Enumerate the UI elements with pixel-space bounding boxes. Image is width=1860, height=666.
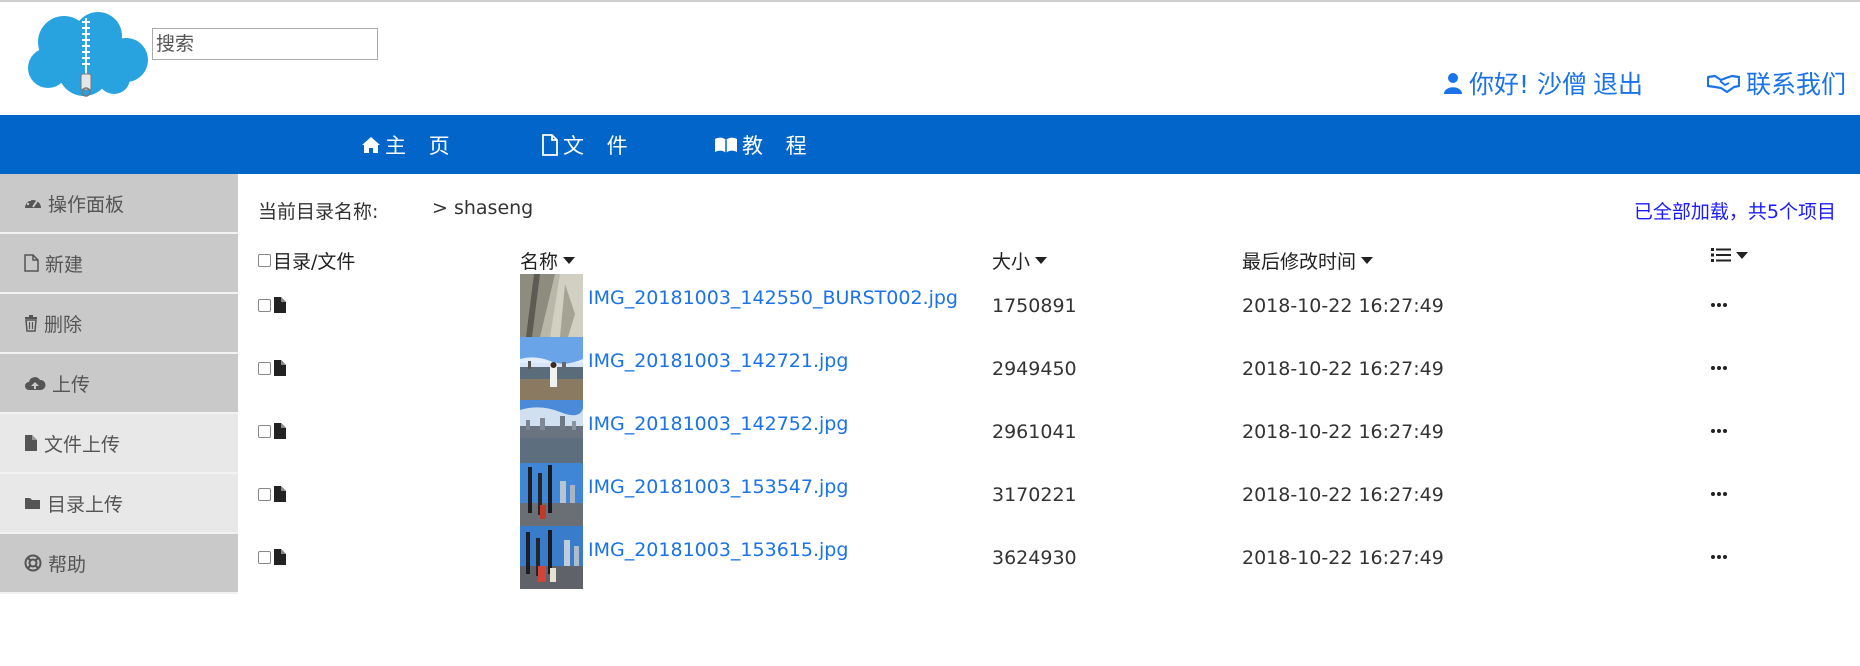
row-checkbox[interactable]: [258, 551, 271, 564]
file-size: 3624930: [992, 547, 1077, 569]
user-area: 你好! 沙僧 退出: [1444, 66, 1643, 100]
file-icon: [274, 486, 286, 502]
file-icon: [274, 360, 286, 376]
column-header-name-label: 名称: [520, 251, 559, 273]
sort-caret-icon: [1035, 257, 1048, 264]
more-options-icon[interactable]: [1709, 296, 1729, 314]
table-row: IMG_20181003_142752.jpg 2961041 2018-10-…: [0, 400, 1860, 463]
chevron-down-icon: [1736, 251, 1748, 259]
column-header-size-label: 大小: [992, 251, 1031, 273]
image-thumbnail: [520, 463, 583, 526]
cloud-zip-logo[interactable]: [28, 12, 150, 98]
view-mode-button[interactable]: [1711, 247, 1748, 263]
file-icon: [274, 549, 286, 565]
column-header-name[interactable]: 名称: [520, 247, 576, 274]
select-all-checkbox[interactable]: [258, 254, 271, 267]
load-status-text: 已全部加载，共5个项目: [1633, 201, 1836, 223]
column-header-mtime-label: 最后修改时间: [1242, 251, 1357, 273]
handshake-icon: [1707, 74, 1740, 94]
sort-caret-icon: [1361, 257, 1374, 264]
image-thumbnail: [520, 337, 583, 400]
more-options-icon[interactable]: [1709, 422, 1729, 440]
file-mtime: 2018-10-22 16:27:49: [1242, 547, 1444, 569]
current-dir-label: 当前目录名称:: [258, 201, 379, 223]
column-header-size[interactable]: 大小: [992, 247, 1048, 274]
column-header-mtime[interactable]: 最后修改时间: [1242, 247, 1374, 274]
file-icon: [274, 297, 286, 313]
file-name-link[interactable]: IMG_20181003_142550_BURST002.jpg: [588, 287, 958, 309]
contact-label: 联系我们: [1746, 70, 1847, 99]
logout-link[interactable]: 退出: [1593, 65, 1643, 101]
contact-link[interactable]: 联系我们: [1707, 66, 1846, 100]
file-icon: [274, 423, 286, 439]
file-mtime: 2018-10-22 16:27:49: [1242, 421, 1444, 443]
top-border: [0, 0, 1860, 2]
file-mtime: 2018-10-22 16:27:49: [1242, 484, 1444, 506]
row-checkbox[interactable]: [258, 425, 271, 438]
breadcrumb[interactable]: > shaseng: [432, 197, 533, 219]
list-icon: [1711, 248, 1731, 262]
sort-caret-icon: [563, 257, 576, 264]
sidebar-item-dashboard[interactable]: 操作面板: [0, 174, 238, 234]
file-size: 1750891: [992, 295, 1077, 317]
image-thumbnail: [520, 400, 583, 463]
image-thumbnail: [520, 526, 583, 589]
file-size: 3170221: [992, 484, 1077, 506]
nav-tutorial[interactable]: 教 程: [714, 115, 815, 174]
sidebar-item-label: 新建: [45, 253, 84, 276]
nav-home-label: 主 页: [385, 133, 458, 158]
table-row: IMG_20181003_142721.jpg 2949450 2018-10-…: [0, 337, 1860, 400]
nav-files-label: 文 件: [563, 133, 636, 158]
column-header-dir-file-label: 目录/文件: [273, 251, 356, 273]
search-input[interactable]: [152, 28, 378, 60]
more-options-icon[interactable]: [1709, 485, 1729, 503]
table-row: IMG_20181003_153615.jpg 3624930 2018-10-…: [0, 526, 1860, 589]
row-checkbox[interactable]: [258, 488, 271, 501]
file-mtime: 2018-10-22 16:27:49: [1242, 295, 1444, 317]
sidebar-item-label: 操作面板: [48, 193, 125, 216]
more-options-icon[interactable]: [1709, 359, 1729, 377]
main-nav-bar: 主 页 文 件 教 程: [0, 115, 1860, 174]
file-size: 2961041: [992, 421, 1077, 443]
file-size: 2949450: [992, 358, 1077, 380]
file-new-icon: [24, 254, 39, 272]
row-checkbox[interactable]: [258, 299, 271, 312]
nav-tutorial-label: 教 程: [742, 133, 815, 158]
table-row: IMG_20181003_142550_BURST002.jpg 1750891…: [0, 274, 1860, 337]
table-row: IMG_20181003_153547.jpg 3170221 2018-10-…: [0, 463, 1860, 526]
nav-files[interactable]: 文 件: [541, 115, 636, 174]
file-name-link[interactable]: IMG_20181003_153547.jpg: [588, 476, 848, 498]
file-mtime: 2018-10-22 16:27:49: [1242, 358, 1444, 380]
user-greeting: 你好! 沙僧: [1469, 70, 1587, 99]
file-name-link[interactable]: IMG_20181003_142721.jpg: [588, 350, 848, 372]
nav-home[interactable]: 主 页: [361, 115, 458, 174]
book-icon: [715, 137, 737, 153]
user-icon: [1444, 73, 1462, 94]
image-thumbnail: [520, 274, 583, 337]
file-outline-icon: [542, 133, 558, 156]
file-name-link[interactable]: IMG_20181003_153615.jpg: [588, 539, 848, 561]
dashboard-icon: [25, 197, 41, 208]
more-options-icon[interactable]: [1709, 548, 1729, 566]
row-checkbox[interactable]: [258, 362, 271, 375]
file-name-link[interactable]: IMG_20181003_142752.jpg: [588, 413, 848, 435]
home-icon: [362, 136, 380, 153]
column-header-dir-file: 目录/文件: [258, 247, 355, 274]
